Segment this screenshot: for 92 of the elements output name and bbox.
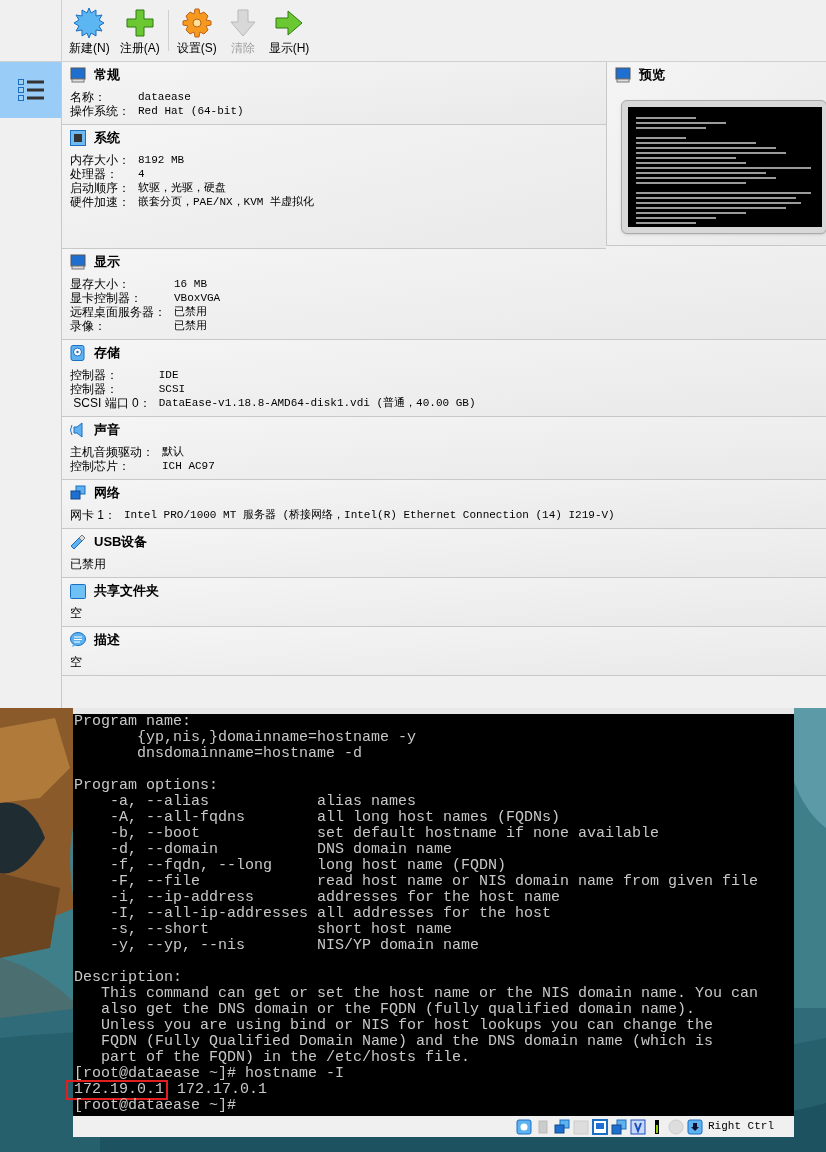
- field-label: 控制器：: [70, 368, 119, 382]
- download-icon: [687, 1118, 703, 1135]
- new-starburst-icon: [73, 7, 106, 39]
- monitor-icon: [70, 254, 86, 270]
- network-icon: [554, 1118, 570, 1135]
- toolbar-button[interactable]: 注册(A): [115, 0, 164, 62]
- terminal-line: -d, --domain DNS domain name: [109, 842, 454, 858]
- field-label: 控制芯片：: [70, 459, 131, 473]
- field-value: 已禁用: [174, 319, 208, 333]
- field-label: 内存大小：: [70, 153, 131, 167]
- field-value: Intel PRO/1000 MT 服务器 (桥接网络，Intel(R) Ethernet Connection (14) I219-V): [124, 508, 616, 522]
- windows-icon: [611, 1118, 627, 1135]
- terminal-line: [root@dataease ~]#: [74, 1098, 238, 1114]
- terminal-line: Description:: [74, 970, 184, 986]
- field-value: DataEase-v1.18.8-AMD64-disk1.vdi (普通，40.00 GB): [158, 396, 477, 410]
- field-value: 嵌套分页，PAE/NX，KVM 半虚拟化: [138, 195, 315, 209]
- field-label: 控制器：: [70, 382, 119, 396]
- field-label: 显存大小：: [70, 277, 131, 291]
- field-value: Red Hat (64-bit): [138, 104, 245, 118]
- terminal-line: -I, --all-ip-addresses all addresses for the host: [109, 906, 553, 922]
- section-title: 存储: [94, 344, 120, 363]
- section-title: 显示: [94, 253, 120, 272]
- toolbar-button[interactable]: 设置(S): [172, 0, 221, 62]
- tool-list-item[interactable]: [0, 62, 61, 118]
- field-label: 远程桌面服务器：: [70, 305, 167, 319]
- field-value: SCSI: [158, 382, 187, 396]
- speaker-icon: [70, 422, 86, 438]
- section-title: 网络: [94, 484, 120, 503]
- terminal-line: Program options:: [74, 778, 220, 794]
- folder-icon: [573, 1118, 589, 1135]
- field-value: 已禁用: [70, 557, 107, 571]
- field-value: ICH AC97: [162, 459, 216, 473]
- field-label: 操作系统：: [70, 104, 131, 118]
- field-label: 网卡 1：: [70, 508, 117, 522]
- section-title: 共享文件夹: [94, 582, 159, 601]
- section-title: 系统: [94, 129, 120, 148]
- terminal-line: -i, --ip-address addresses for the host name: [109, 890, 562, 906]
- field-label: 录像：: [70, 319, 107, 333]
- field-value: 4: [138, 167, 146, 181]
- toolbar-button[interactable]: 新建(N): [65, 0, 114, 62]
- host-key-label: Right Ctrl: [708, 1119, 774, 1135]
- toolbar-button[interactable]: 显示(H): [264, 0, 314, 62]
- field-label: SCSI 端口 0：: [72, 396, 152, 410]
- field-value: 软驱，光驱，硬盘: [138, 181, 227, 195]
- field-value: dataease: [138, 90, 192, 104]
- terminal-line: -s, --short short host name: [109, 922, 454, 938]
- section-title: 声音: [94, 421, 120, 440]
- section-title: 预览: [639, 66, 665, 85]
- field-label: 处理器：: [70, 167, 119, 181]
- terminal-line: Program name:: [74, 714, 193, 730]
- field-label: 硬件加速：: [70, 195, 131, 209]
- field-value: 空: [70, 606, 83, 620]
- field-value: 16 MB: [174, 277, 208, 291]
- terminal-line: dnsdomainname=hostname -d: [136, 746, 364, 762]
- field-label: 名称：: [70, 90, 107, 104]
- terminal-line: Unless you are using bind or NIS for host lookups you can change the: [100, 1018, 715, 1034]
- terminal-line: {yp,nis,}domainname=hostname -y: [136, 730, 418, 746]
- terminal-line: -f, --fqdn, --long long host name (FQDN): [109, 858, 508, 874]
- monitor-icon: [592, 1118, 608, 1135]
- terminal-text: 172.17.0.1: [176, 1082, 268, 1098]
- field-value: 8192 MB: [138, 153, 186, 167]
- field-value: IDE: [158, 368, 180, 382]
- terminal-line: FQDN (Fully Qualified Domain Name) and the DNS domain name (which is: [100, 1034, 715, 1050]
- add-icon: [123, 7, 156, 39]
- terminal-line: -b, --boot set default hostname if none available: [109, 826, 661, 842]
- field-value: VBoxVGA: [174, 291, 222, 305]
- field-label: 启动顺序：: [70, 181, 131, 195]
- folder-icon: [70, 583, 86, 599]
- terminal-line: also get the DNS domain or the FQDN (fully qualified domain name).: [100, 1002, 697, 1018]
- network-icon: [70, 485, 86, 501]
- settings-icon: [180, 7, 213, 39]
- usb-plug-icon: [70, 534, 86, 550]
- field-value: 已禁用: [174, 305, 208, 319]
- section-title: USB设备: [94, 533, 148, 552]
- speech-bubble-icon: [70, 632, 86, 648]
- terminal-line: This command can get or set the host name or the NIS domain name. You can: [100, 986, 760, 1002]
- monitor-icon: [615, 67, 631, 83]
- right-arrow-icon: [273, 7, 305, 39]
- terminal-line: [root@dataease ~]# hostname -I: [74, 1066, 346, 1082]
- section-title: 常规: [94, 66, 120, 85]
- terminal-line: -a, --alias alias names: [109, 794, 418, 810]
- terminal-line: part of the FQDN) in the /etc/hosts file.: [100, 1050, 472, 1066]
- section-title: 描述: [94, 631, 120, 650]
- field-label: 主机音频驱动：: [70, 445, 155, 459]
- terminal-line: -F, --file read host name or NIS domain name from given file: [109, 874, 760, 890]
- monitor-icon: [70, 67, 86, 83]
- field-value: 空: [70, 655, 83, 669]
- terminal-line: -A, --all-fqdns all long host names (FQDNs): [109, 810, 562, 826]
- terminal-line: -y, --yp, --nis NIS/YP domain name: [109, 938, 481, 954]
- list-icon: [17, 79, 44, 101]
- field-label: 显卡控制器：: [70, 291, 143, 305]
- field-value: 默认: [162, 445, 185, 459]
